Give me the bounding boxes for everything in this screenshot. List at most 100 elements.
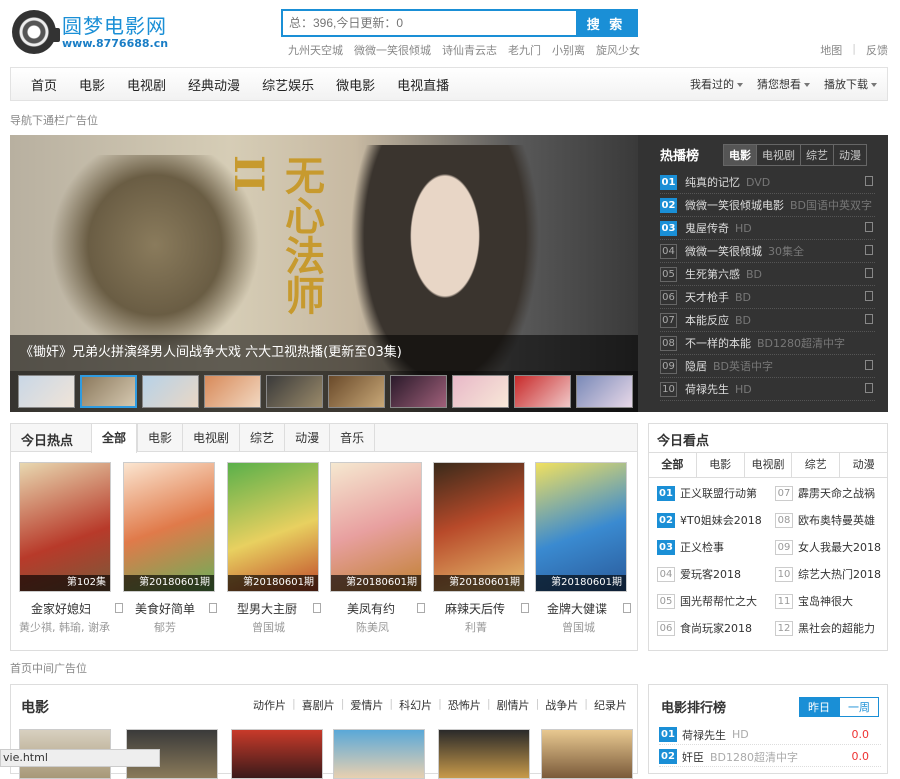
tab-variety[interactable]: 综艺 [239,424,284,452]
nav-live-tv[interactable]: 电视直播 [386,75,460,94]
look-item[interactable]: 08 欧布奥特曼英雄 [775,512,885,528]
tab-tv[interactable]: 电视剧 [743,453,792,477]
poster-image[interactable]: 第20180601期 [535,462,627,592]
hot-word[interactable]: 九州天空城 [288,42,343,58]
nav-micro-movie[interactable]: 微电影 [325,75,386,94]
hot-word[interactable]: 老九门 [508,42,541,58]
look-item[interactable]: 02 ¥T0姐妹会2018 [657,512,769,528]
banner-thumb[interactable] [576,375,633,408]
banner-thumb[interactable] [452,375,509,408]
movie-section-title[interactable]: 电影 [21,697,49,717]
tab-variety[interactable]: 综艺 [800,144,834,166]
look-item[interactable]: 06 食尚玩家2018 [657,620,769,636]
poster-title[interactable]: 美凤有约 [347,600,451,617]
tab-yesterday[interactable]: 昨日 [799,697,839,717]
category-link[interactable]: 战争片 [545,697,578,713]
nav-home[interactable]: 首页 [11,75,68,94]
search-input[interactable] [283,11,577,35]
banner-thumb[interactable] [142,375,199,408]
look-item[interactable]: 11 宝岛神很大 [775,593,885,609]
category-link[interactable]: 纪录片 [594,697,627,713]
hot-word[interactable]: 小别离 [552,42,585,58]
nav-movie[interactable]: 电影 [68,75,116,94]
site-name[interactable]: 圆梦电影网 [62,10,167,39]
rank-item[interactable]: 01 纯真的记忆 DVD [660,171,875,194]
movie-poster[interactable] [541,729,633,779]
tab-anime[interactable]: 动漫 [284,424,329,452]
rank-item[interactable]: 10 荷禄先生 HD [660,378,875,401]
movie-poster[interactable] [333,729,425,779]
nav-tv[interactable]: 电视剧 [116,75,177,94]
rank-item[interactable]: 07 本能反应 BD [660,309,875,332]
logo-reel-icon[interactable] [12,10,60,54]
watched-dropdown[interactable]: 我看过的 [690,76,743,92]
poster-image[interactable]: 第20180601期 [227,462,319,592]
rank-item[interactable]: 09 隐居 BD英语中字 [660,355,875,378]
look-item[interactable]: 10 综艺大热门2018 [775,566,885,582]
tab-music[interactable]: 音乐 [329,424,376,452]
look-item[interactable]: 05 国光帮帮忙之大 [657,593,769,609]
banner-thumb[interactable] [328,375,385,408]
rank-item[interactable]: 04 微微一笑很倾城 30集全 [660,240,875,263]
rank-item[interactable]: 06 天才枪手 BD [660,286,875,309]
look-item[interactable]: 04 爱玩客2018 [657,566,769,582]
hot-word[interactable]: 微微一笑很倾城 [354,42,431,58]
category-link[interactable]: 科幻片 [399,697,432,713]
nav-anime[interactable]: 经典动漫 [177,75,251,94]
banner-thumb[interactable] [514,375,571,408]
poster-image[interactable]: 第20180601期 [330,462,422,592]
look-item[interactable]: 12 黑社会的超能力 [775,620,885,636]
poster-title[interactable]: 美食好简单 [135,600,239,617]
look-item[interactable]: 09 女人我最大2018 [775,539,885,555]
tab-movie[interactable]: 电影 [137,424,182,452]
tab-all[interactable]: 全部 [649,453,696,477]
category-link[interactable]: 爱情片 [350,697,383,713]
look-item[interactable]: 01 正义联盟行动第 [657,485,769,501]
search-button[interactable]: 搜 索 [576,11,636,35]
rank-item[interactable]: 03 鬼屋传奇 HD [660,217,875,240]
tab-movie[interactable]: 电影 [695,453,744,477]
banner-caption[interactable]: 《锄奸》兄弟火拼演绎男人间战争大戏 六大卫视热播(更新至03集) [10,335,638,371]
banner-thumb-active[interactable] [80,375,137,408]
movie-rank-item[interactable]: 02 奸臣 BD1280超清中字 0.0 [659,747,881,767]
poster-title[interactable]: 型男大主厨 [237,600,341,617]
banner-slider[interactable]: 无心法师II 《锄奸》兄弟火拼演绎男人间战争大戏 六大卫视热播(更新至03集) [10,135,638,412]
tab-tv[interactable]: 电视剧 [182,424,239,452]
look-item[interactable]: 07 霹雳天命之战祸 [775,485,885,501]
tab-tv[interactable]: 电视剧 [756,144,801,166]
banner-thumb[interactable] [266,375,323,408]
category-link[interactable]: 剧情片 [497,697,530,713]
category-link[interactable]: 喜剧片 [302,697,335,713]
category-link[interactable]: 动作片 [253,697,286,713]
banner-thumb[interactable] [18,375,75,408]
rank-item[interactable]: 02 微微一笑很倾城电影 BD国语中英双字 [660,194,875,217]
nav-variety[interactable]: 综艺娱乐 [251,75,325,94]
category-link[interactable]: 恐怖片 [448,697,481,713]
feedback-link[interactable]: 反馈 [866,42,888,58]
tab-variety[interactable]: 综艺 [791,453,839,477]
poster-title[interactable]: 金牌大健谍 [547,600,651,617]
tab-movie[interactable]: 电影 [723,144,757,166]
banner-thumb[interactable] [390,375,447,408]
poster-image[interactable]: 第20180601期 [123,462,215,592]
nav-ad-slot[interactable]: 导航下通栏广告位 [10,112,98,128]
tab-week[interactable]: 一周 [839,697,879,717]
sitemap-link[interactable]: 地图 [820,42,842,58]
mid-ad-slot[interactable]: 首页中间广告位 [10,660,87,676]
banner-thumb[interactable] [204,375,261,408]
poster-title[interactable]: 麻辣天后传 [445,600,549,617]
movie-poster[interactable] [438,729,530,779]
movie-poster[interactable] [231,729,323,779]
poster-image[interactable]: 第102集 [19,462,111,592]
download-dropdown[interactable]: 播放下载 [824,76,877,92]
hot-word[interactable]: 旋风少女 [596,42,640,58]
tab-anime[interactable]: 动漫 [833,144,867,166]
recommend-dropdown[interactable]: 猜您想看 [757,76,810,92]
rank-item[interactable]: 05 生死第六感 BD [660,263,875,286]
look-item[interactable]: 03 正义检事 [657,539,769,555]
poster-image[interactable]: 第20180601期 [433,462,525,592]
movie-rank-item[interactable]: 01 荷禄先生 HD 0.0 [659,725,881,745]
tab-all[interactable]: 全部 [91,424,138,453]
tab-anime[interactable]: 动漫 [839,453,887,477]
hot-word[interactable]: 诗仙青云志 [442,42,497,58]
